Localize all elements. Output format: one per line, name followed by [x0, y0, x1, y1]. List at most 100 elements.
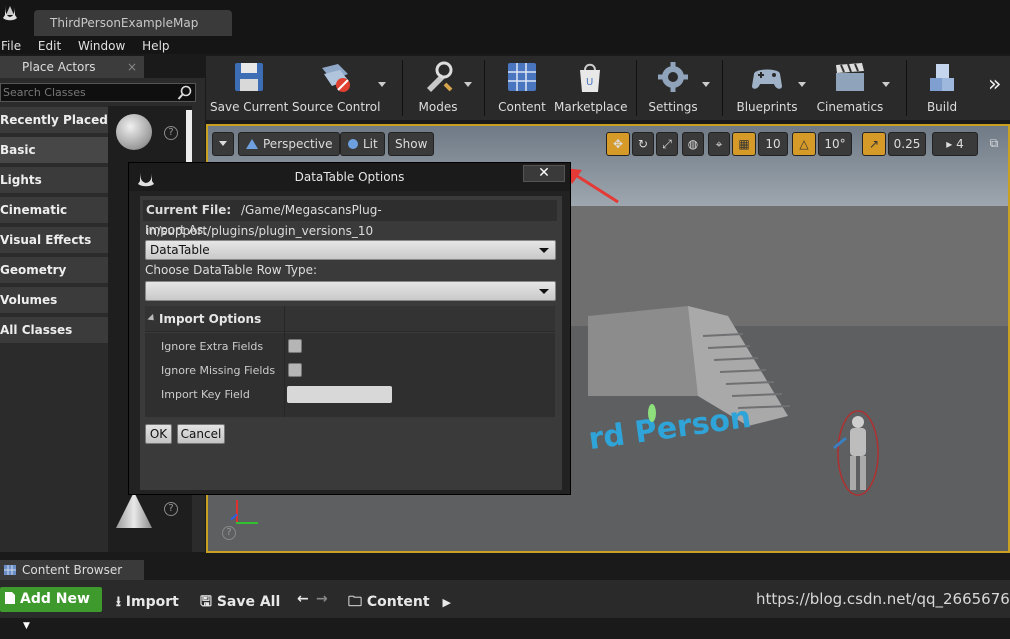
ignore-missing-fields-label: Ignore Missing Fields	[161, 364, 276, 377]
import-options-header[interactable]: Import Options	[145, 306, 555, 332]
camera-speed-value: 4	[956, 137, 964, 151]
category-basic[interactable]: Basic	[0, 137, 108, 163]
help-icon[interactable]: ?	[164, 502, 178, 516]
floppy-disk-icon	[235, 63, 263, 91]
category-lights[interactable]: Lights	[0, 167, 108, 193]
category-recently-placed[interactable]: Recently Placed	[0, 107, 108, 133]
history-back-icon[interactable]: ←	[297, 591, 309, 607]
camera-icon: ▸	[946, 137, 953, 151]
build-button[interactable]: Build	[916, 56, 968, 120]
property-divider[interactable]	[284, 306, 285, 417]
mannequin-character[interactable]	[828, 408, 888, 498]
category-geometry[interactable]: Geometry	[0, 257, 108, 283]
place-actors-tab[interactable]: Place Actors ×	[0, 56, 144, 78]
folder-icon: 🗀	[348, 594, 362, 610]
menu-edit[interactable]: Edit	[38, 38, 61, 54]
show-button[interactable]: Show	[388, 132, 435, 156]
maximize-viewport-icon[interactable]: ⧉	[986, 132, 1002, 156]
ignore-extra-fields-checkbox[interactable]	[288, 339, 302, 353]
cinematics-button[interactable]: Cinematics	[812, 56, 888, 120]
gear-icon	[658, 62, 688, 92]
cubes-icon	[930, 64, 954, 91]
search-icon[interactable]	[177, 85, 193, 101]
controller-icon	[752, 69, 782, 89]
row-type-dropdown[interactable]	[145, 281, 556, 301]
camera-speed-button[interactable]: ▸ 4	[932, 132, 978, 156]
category-visual-effects[interactable]: Visual Effects	[0, 227, 108, 253]
import-as-label: Import As:	[145, 223, 208, 237]
chevron-down-icon	[539, 248, 549, 253]
world-space-icon[interactable]: ◍	[682, 132, 704, 156]
scale-tool-icon[interactable]: ⤢	[656, 132, 678, 156]
modes-button[interactable]: Modes	[412, 56, 464, 120]
rotate-tool-icon[interactable]: ↻	[632, 132, 654, 156]
current-file-label: Current File:	[146, 203, 232, 217]
watermark: https://blog.csdn.net/qq_26656765	[756, 590, 1010, 608]
lit-label: Lit	[363, 137, 378, 151]
content-button[interactable]: Content	[494, 56, 550, 120]
toolbar-overflow-icon[interactable]: »	[988, 72, 1001, 97]
menu-window[interactable]: Window	[78, 38, 125, 54]
import-key-field-input[interactable]	[287, 386, 392, 403]
toolbar-separator	[722, 60, 723, 116]
place-actors-icon	[6, 6, 14, 15]
marketplace-button[interactable]: U Marketplace	[554, 56, 628, 120]
cinematics-dropdown-icon[interactable]	[882, 82, 890, 87]
menu-help[interactable]: Help	[142, 38, 169, 54]
ok-button[interactable]: OK	[145, 424, 172, 444]
level-tab[interactable]: ThirdPersonExampleMap	[34, 10, 232, 36]
build-label: Build	[926, 100, 958, 114]
chevron-right-icon: ▶	[442, 596, 451, 609]
blueprints-button[interactable]: Blueprints	[730, 56, 804, 120]
grid-snap-icon[interactable]: ▦	[732, 132, 756, 156]
scale-snap-value[interactable]: 0.25	[888, 132, 926, 156]
dialog-title: DataTable Options	[129, 163, 570, 191]
ignore-missing-fields-checkbox[interactable]	[288, 363, 302, 377]
sphere-actor-thumb[interactable]	[116, 114, 152, 150]
shopping-bag-icon: U	[580, 63, 600, 92]
surface-snap-icon[interactable]: ⌖	[708, 132, 730, 156]
axis-gizmo	[222, 498, 262, 528]
content-path-button[interactable]: 🗀 Content ▶	[348, 591, 451, 615]
modes-dropdown-icon[interactable]	[464, 82, 472, 87]
source-control-dropdown-icon[interactable]	[378, 82, 386, 87]
content-browser-tab[interactable]: Content Browser	[0, 560, 144, 580]
blueprints-dropdown-icon[interactable]	[798, 82, 806, 87]
help-icon[interactable]: ?	[222, 526, 236, 540]
player-start-icon[interactable]	[648, 404, 656, 422]
translate-tool-icon[interactable]: ✥	[606, 132, 630, 156]
source-control-button[interactable]: Source Control	[292, 56, 380, 120]
search-classes-input[interactable]: Search Classes	[0, 83, 196, 102]
content-browser-icon	[4, 565, 16, 575]
lit-button[interactable]: Lit	[340, 132, 385, 156]
perspective-label: Perspective	[263, 137, 333, 151]
cancel-button[interactable]: Cancel	[177, 424, 225, 444]
blueprints-label: Blueprints	[736, 100, 798, 114]
close-icon[interactable]: ×	[127, 56, 137, 78]
import-as-dropdown[interactable]: DataTable	[145, 240, 556, 260]
settings-dropdown-icon[interactable]	[702, 82, 710, 87]
unreal-logo-icon	[138, 170, 154, 187]
category-volumes[interactable]: Volumes	[0, 287, 108, 313]
toolbar-separator	[906, 60, 907, 116]
cone-actor-thumb[interactable]	[116, 492, 152, 528]
category-cinematic[interactable]: Cinematic	[0, 197, 108, 223]
menu-file[interactable]: File	[1, 38, 21, 54]
rotation-snap-value[interactable]: 10°	[818, 132, 852, 156]
help-icon[interactable]: ?	[164, 126, 178, 140]
import-button[interactable]: ⭳ Import	[116, 591, 179, 615]
dialog-close-button[interactable]: ✕	[523, 165, 565, 182]
new-file-icon	[5, 592, 15, 604]
viewport-options-button[interactable]	[212, 132, 234, 156]
perspective-button[interactable]: Perspective	[238, 132, 340, 156]
save-current-button[interactable]: Save Current	[210, 56, 288, 120]
source-control-icon	[322, 64, 350, 92]
perspective-icon	[246, 139, 258, 149]
settings-button[interactable]: Settings	[644, 56, 702, 120]
rotation-snap-icon[interactable]: △	[792, 132, 816, 156]
save-all-button[interactable]: 🖫 Save All	[200, 591, 280, 615]
category-all-classes[interactable]: All Classes	[0, 317, 108, 343]
grid-snap-value[interactable]: 10	[758, 132, 788, 156]
history-forward-icon[interactable]: →	[316, 591, 328, 607]
scale-snap-icon[interactable]: ↗	[862, 132, 886, 156]
